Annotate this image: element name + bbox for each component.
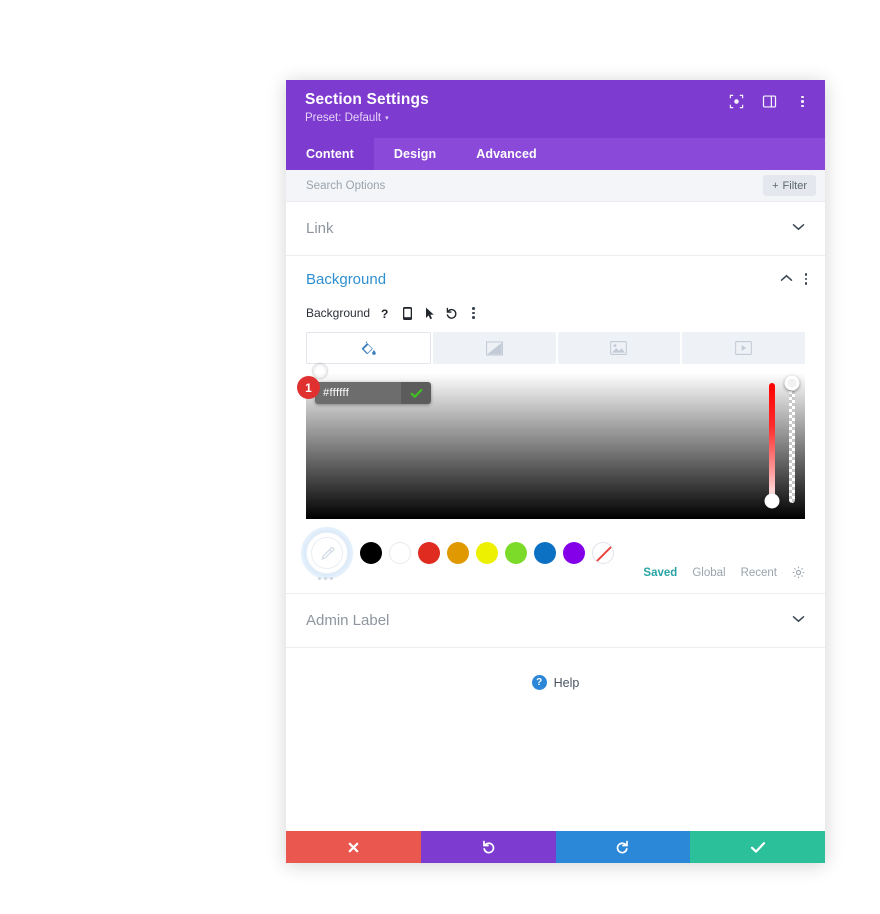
- more-options-icon[interactable]: [794, 93, 811, 110]
- layout-panel-icon[interactable]: [761, 93, 778, 110]
- redo-button[interactable]: [555, 831, 691, 863]
- undo-button[interactable]: [420, 831, 556, 863]
- reset-undo-icon[interactable]: [445, 306, 458, 320]
- search-input[interactable]: [306, 179, 764, 192]
- filter-button-label: Filter: [782, 179, 807, 192]
- accordion-admin-label[interactable]: Admin Label: [286, 594, 825, 648]
- settings-body: Link Background Background ? #ffffff Sav…: [286, 202, 825, 831]
- section-settings-modal: Section Settings Preset: Default ▾ Conte…: [286, 80, 825, 863]
- hex-value-tooltip: [315, 382, 431, 404]
- swatch-red[interactable]: [418, 542, 440, 564]
- annotation-step-badge: 1: [297, 376, 320, 399]
- accordion-admin-label-title: Admin Label: [306, 612, 390, 629]
- swatch-purple[interactable]: [563, 542, 585, 564]
- help-icon: ?: [531, 675, 547, 690]
- save-button[interactable]: [690, 831, 825, 863]
- swatch-yellow[interactable]: [476, 542, 498, 564]
- background-field-label: Background: [306, 306, 371, 320]
- swatch-blue[interactable]: [534, 542, 556, 564]
- hue-slider-track: [769, 383, 775, 505]
- header-icon-group: [728, 93, 811, 110]
- modal-header: Section Settings Preset: Default ▾: [286, 80, 825, 138]
- preset-selector[interactable]: Preset: Default ▾: [305, 112, 807, 125]
- accordion-background-header[interactable]: Background: [286, 256, 825, 302]
- palette-tab-global[interactable]: Global: [692, 567, 725, 579]
- background-color-tab[interactable]: [306, 332, 431, 364]
- alpha-slider-track: [789, 385, 795, 503]
- swatch-orange[interactable]: [447, 542, 469, 564]
- confirm-color-button[interactable]: [401, 382, 431, 404]
- chevron-down-icon: ▾: [385, 115, 389, 122]
- help-icon[interactable]: ?: [379, 306, 392, 320]
- cancel-button[interactable]: [286, 831, 421, 863]
- tab-design[interactable]: Design: [374, 138, 456, 170]
- background-image-tab[interactable]: [557, 332, 681, 364]
- more-options-icon[interactable]: [804, 273, 807, 285]
- alpha-slider-handle[interactable]: [784, 375, 800, 391]
- filter-button[interactable]: + Filter: [763, 175, 816, 196]
- help-label: Help: [553, 675, 580, 690]
- palette-tab-saved[interactable]: Saved: [643, 567, 677, 579]
- accordion-background: Background Background ? #ffffff Saved Gl…: [286, 256, 825, 594]
- tab-content[interactable]: Content: [286, 138, 374, 170]
- gear-icon[interactable]: [792, 566, 805, 579]
- background-gradient-tab[interactable]: [432, 332, 556, 364]
- hex-input[interactable]: [315, 382, 401, 404]
- eyedropper-icon: [311, 537, 343, 569]
- plus-icon: +: [772, 179, 779, 192]
- palette-source-row: Saved Global Recent: [286, 566, 825, 579]
- accordion-link[interactable]: Link: [286, 202, 825, 256]
- swatch-green[interactable]: [505, 542, 527, 564]
- hue-slider-handle[interactable]: [764, 493, 780, 509]
- settings-tabs: Content Design Advanced: [286, 138, 825, 170]
- background-type-tabs: [286, 332, 825, 364]
- swatch-eyedropper[interactable]: [306, 532, 348, 574]
- picker-sliders: [747, 373, 805, 519]
- color-picker: [306, 364, 805, 519]
- palette-tab-recent[interactable]: Recent: [741, 567, 777, 579]
- swatch-transparent[interactable]: [592, 542, 614, 564]
- hue-slider[interactable]: [764, 373, 780, 519]
- swatch-black[interactable]: [360, 542, 382, 564]
- accordion-background-title: Background: [306, 270, 387, 288]
- preset-label: Preset: Default: [305, 112, 382, 124]
- chevron-down-icon: [792, 223, 805, 234]
- modal-footer: [286, 831, 825, 863]
- chevron-up-icon[interactable]: [780, 274, 793, 285]
- focus-icon[interactable]: [728, 93, 745, 110]
- accordion-background-controls: [780, 273, 807, 285]
- more-options-icon[interactable]: [467, 306, 480, 320]
- swatch-white[interactable]: [389, 542, 411, 564]
- help-link[interactable]: ? Help: [286, 675, 825, 690]
- responsive-mobile-icon[interactable]: [401, 306, 414, 320]
- accordion-link-title: Link: [306, 220, 334, 237]
- alpha-slider[interactable]: [784, 373, 800, 519]
- tab-advanced[interactable]: Advanced: [456, 138, 557, 170]
- saturation-pointer[interactable]: [313, 364, 327, 378]
- chevron-down-icon: [792, 615, 805, 626]
- background-field-label-row: Background ?: [286, 302, 825, 324]
- hover-cursor-icon[interactable]: [423, 306, 436, 320]
- background-video-tab[interactable]: [682, 332, 805, 364]
- saturation-value-area[interactable]: [306, 364, 805, 519]
- search-options-bar: + Filter: [286, 170, 825, 202]
- svg-text:?: ?: [381, 307, 388, 320]
